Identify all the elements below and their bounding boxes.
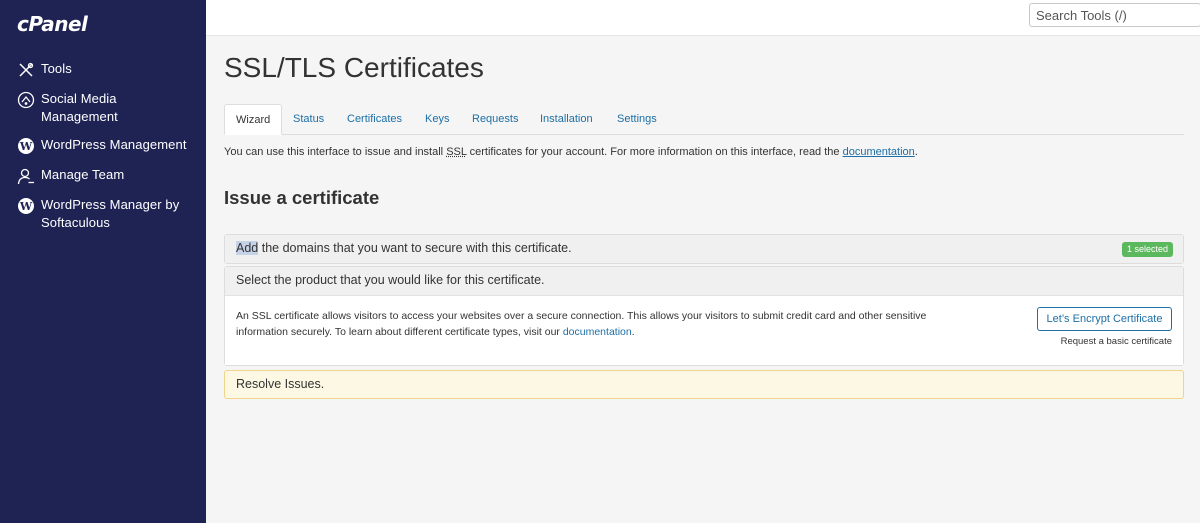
intro-before: You can use this interface to issue and … (224, 146, 446, 158)
top-bar (206, 0, 1200, 36)
wordpress-icon: W (17, 197, 35, 215)
cpanel-logo[interactable]: cPanel (17, 12, 87, 36)
sidebar-item-manage-team[interactable]: Manage Team (0, 166, 206, 185)
wordpress-icon: W (17, 137, 35, 155)
sidebar-nav: Tools Social Media Management W WordPres… (0, 60, 206, 242)
documentation-link[interactable]: documentation (563, 326, 632, 338)
sidebar-item-label: WordPress Management (41, 136, 187, 154)
svg-text:W: W (19, 140, 33, 153)
page-title: SSL/TLS Certificates (224, 52, 484, 84)
domains-panel-heading: Add the domains that you want to secure … (225, 235, 1183, 263)
sidebar-item-label: Social Media Management (41, 90, 196, 125)
domains-panel-text: the domains that you want to secure with… (258, 241, 571, 255)
tab-installation[interactable]: Installation (540, 104, 593, 135)
sidebar-item-social-media[interactable]: Social Media Management (0, 90, 206, 125)
social-media-icon (17, 91, 35, 109)
sidebar-item-label: Manage Team (41, 166, 124, 184)
selected-count-badge: 1 selected (1122, 242, 1173, 257)
tab-settings[interactable]: Settings (617, 104, 657, 135)
product-panel-heading: Select the product that you would like f… (225, 267, 1183, 295)
intro-text: You can use this interface to issue and … (224, 146, 918, 158)
search-input[interactable] (1029, 3, 1200, 27)
product-text-after: . (632, 326, 635, 338)
svg-text:W: W (19, 200, 33, 213)
sidebar-item-label: WordPress Manager by Softaculous (41, 196, 196, 231)
sidebar: cPanel Tools Social Media Management W W… (0, 0, 206, 523)
sidebar-item-label: Tools (41, 60, 72, 78)
team-icon (17, 167, 35, 185)
tools-icon (17, 61, 35, 79)
resolve-issues-panel[interactable]: Resolve Issues. (224, 370, 1184, 399)
sidebar-item-wordpress-management[interactable]: W WordPress Management (0, 136, 206, 155)
product-panel-body: An SSL certificate allows visitors to ac… (225, 295, 1183, 365)
lets-encrypt-subtext: Request a basic certificate (1061, 336, 1172, 347)
ssl-abbr: SSL (446, 146, 466, 158)
tab-certificates[interactable]: Certificates (347, 104, 402, 135)
tab-requests[interactable]: Requests (472, 104, 518, 135)
product-description: An SSL certificate allows visitors to ac… (236, 309, 956, 340)
sidebar-item-wordpress-softaculous[interactable]: W WordPress Manager by Softaculous (0, 196, 206, 231)
highlighted-text: Add (236, 241, 258, 255)
sidebar-item-tools[interactable]: Tools (0, 60, 206, 79)
tab-keys[interactable]: Keys (425, 104, 449, 135)
intro-after: . (915, 146, 918, 158)
tab-wizard[interactable]: Wizard (224, 104, 282, 135)
tab-bar: Wizard Status Certificates Keys Requests… (224, 104, 1184, 135)
tab-status[interactable]: Status (293, 104, 324, 135)
product-panel: Select the product that you would like f… (224, 266, 1184, 366)
lets-encrypt-button[interactable]: Let’s Encrypt Certificate (1037, 307, 1172, 331)
documentation-link[interactable]: documentation (843, 146, 915, 158)
intro-middle: certificates for your account. For more … (467, 146, 843, 158)
domains-panel[interactable]: Add the domains that you want to secure … (224, 234, 1184, 264)
section-title: Issue a certificate (224, 187, 379, 209)
